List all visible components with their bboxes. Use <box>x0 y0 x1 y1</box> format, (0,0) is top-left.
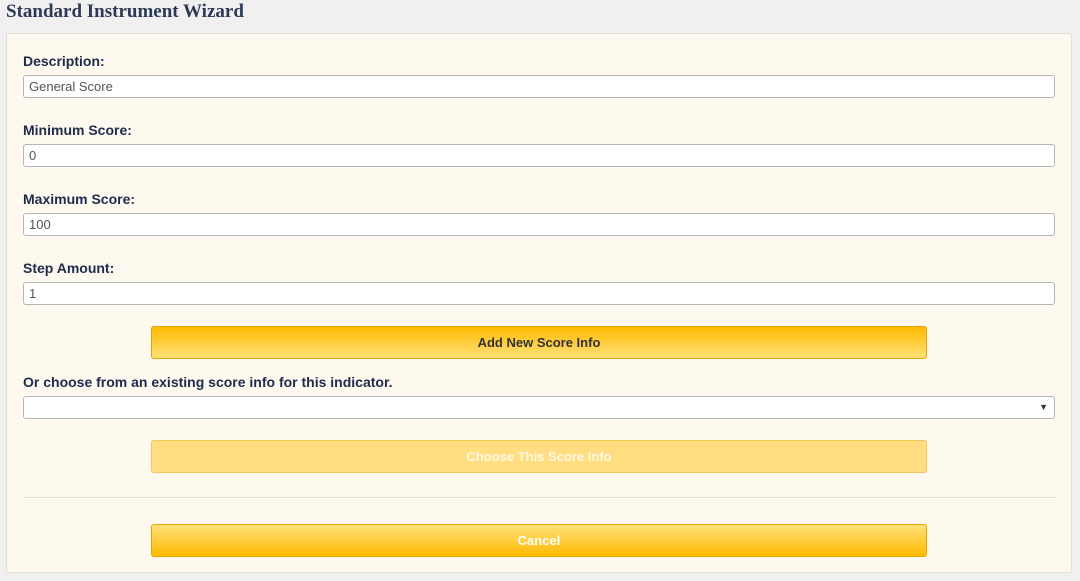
step-amount-label: Step Amount: <box>23 260 115 276</box>
maximum-score-label: Maximum Score: <box>23 191 136 207</box>
maximum-score-input[interactable]: 100 <box>23 213 1055 236</box>
existing-score-info-select[interactable]: ▼ <box>23 396 1055 419</box>
minimum-score-label: Minimum Score: <box>23 122 132 138</box>
dropdown-arrow-icon: ▼ <box>1039 402 1048 412</box>
minimum-score-input[interactable]: 0 <box>23 144 1055 167</box>
page-title: Standard Instrument Wizard <box>6 1 244 22</box>
existing-score-info-label: Or choose from an existing score info fo… <box>23 374 393 390</box>
description-label: Description: <box>23 53 105 69</box>
cancel-button[interactable]: Cancel <box>151 524 927 557</box>
description-input[interactable]: General Score <box>23 75 1055 98</box>
choose-score-info-button[interactable]: Choose This Score Info <box>151 440 927 473</box>
divider <box>23 497 1057 498</box>
add-new-score-info-button[interactable]: Add New Score Info <box>151 326 927 359</box>
wizard-panel: Description: General Score Minimum Score… <box>6 33 1072 573</box>
step-amount-input[interactable]: 1 <box>23 282 1055 305</box>
